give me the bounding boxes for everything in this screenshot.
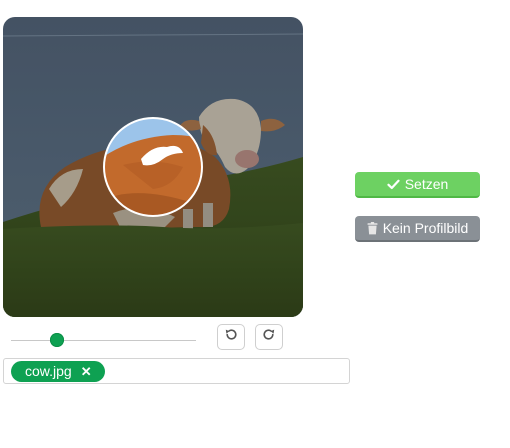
rotate-left-button[interactable] [217, 324, 245, 350]
set-button[interactable]: Setzen [355, 172, 480, 198]
file-field[interactable]: cow.jpg ✕ [3, 358, 350, 384]
set-button-label: Setzen [404, 176, 449, 192]
zoom-slider[interactable] [11, 332, 196, 350]
rotate-right-icon [262, 328, 276, 347]
file-chip: cow.jpg ✕ [11, 361, 105, 382]
zoom-slider-track[interactable] [11, 340, 196, 341]
image-cropper[interactable] [3, 17, 303, 317]
checkmark-icon [387, 179, 400, 190]
close-icon[interactable]: ✕ [81, 361, 92, 382]
cow-photo [3, 17, 303, 317]
trash-icon [367, 221, 378, 235]
rotate-left-icon [224, 328, 238, 347]
no-profile-picture-button[interactable]: Kein Profilbild [355, 216, 480, 242]
zoom-slider-thumb[interactable] [50, 333, 65, 347]
profile-picture-editor: cow.jpg ✕ Setzen Kein Profilbild [0, 0, 510, 448]
no-profile-picture-label: Kein Profilbild [382, 220, 469, 236]
rotate-right-button[interactable] [255, 324, 283, 350]
file-name: cow.jpg [25, 363, 72, 379]
